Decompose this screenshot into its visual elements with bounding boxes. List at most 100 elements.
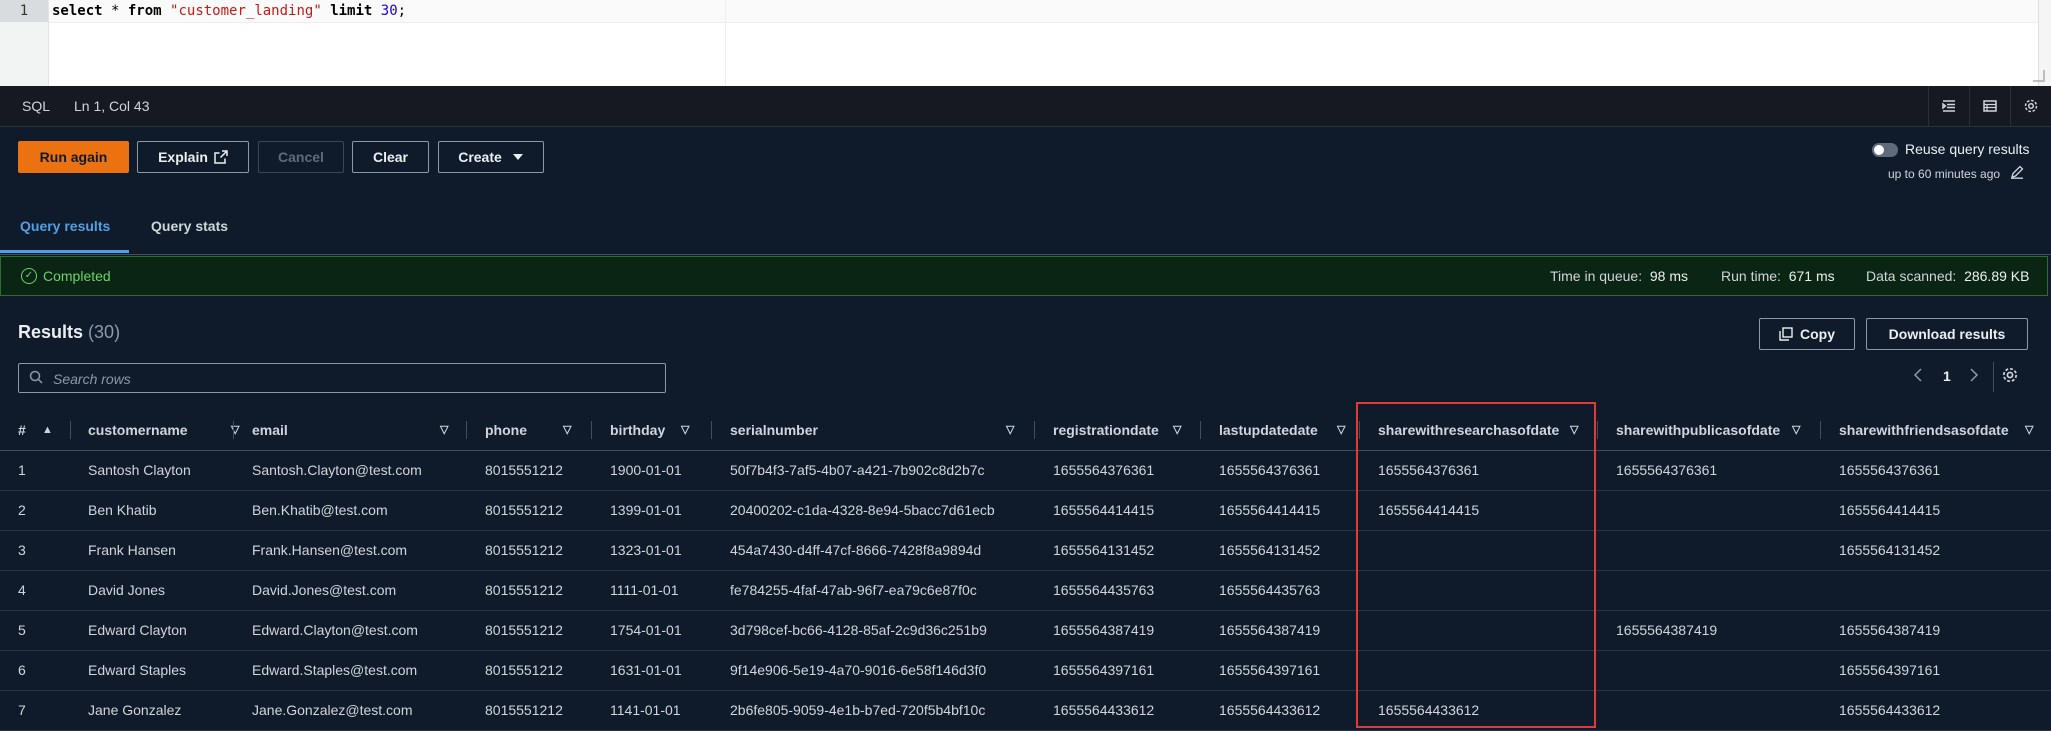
query-toolbar: Run again Explain Cancel Clear Create Re…: [0, 127, 2051, 189]
cell-phone: 8015551212: [485, 542, 563, 558]
code-token: *: [102, 3, 128, 19]
table-row[interactable]: 2 Ben Khatib Ben.Khatib@test.com 8015551…: [0, 490, 2051, 531]
language-label: SQL: [22, 98, 51, 114]
column-header-registrationdate[interactable]: registrationdate ▽: [1053, 410, 1181, 450]
table-row[interactable]: 1 Santosh Clayton Santosh.Clayton@test.c…: [0, 450, 2051, 491]
column-header-sharewithpublicasofdate[interactable]: sharewithpublicasofdate ▽: [1616, 410, 1800, 450]
table-row[interactable]: 3 Frank Hansen Frank.Hansen@test.com 801…: [0, 530, 2051, 571]
column-divider-line: [711, 421, 712, 439]
sort-icon[interactable]: ▽: [1006, 410, 1014, 450]
create-dropdown-button[interactable]: Create: [438, 141, 544, 173]
cell-customername: Jane Gonzalez: [88, 702, 182, 718]
data-scanned-value: 286.89 KB: [1964, 268, 2030, 284]
pager-divider: [1993, 362, 1994, 392]
column-divider-line: [1034, 421, 1035, 439]
cell-index: 2: [18, 502, 26, 518]
clear-button[interactable]: Clear: [352, 141, 429, 173]
cell-lastupdatedate: 1655564435763: [1219, 582, 1321, 598]
cell-customername: Santosh Clayton: [88, 462, 191, 478]
indent-icon[interactable]: [1928, 86, 1969, 126]
sort-icon[interactable]: ▽: [1570, 410, 1578, 450]
keyword-limit: limit: [330, 3, 373, 19]
column-header-index[interactable]: # ▲: [18, 410, 53, 450]
sort-icon[interactable]: ▽: [563, 410, 571, 450]
column-header-serialnumber[interactable]: serialnumber ▽: [730, 410, 1014, 450]
column-header-customername[interactable]: customername ▽: [88, 410, 239, 450]
cell-lastupdatedate: 1655564433612: [1219, 702, 1321, 718]
results-title-label: Results: [18, 322, 84, 342]
sort-icon[interactable]: ▽: [1792, 410, 1800, 450]
current-page[interactable]: 1: [1943, 368, 1951, 384]
explain-button[interactable]: Explain: [137, 141, 249, 173]
cell-registrationdate: 1655564131452: [1053, 542, 1155, 558]
table-row[interactable]: 6 Edward Staples Edward.Staples@test.com…: [0, 650, 2051, 691]
cancel-button[interactable]: Cancel: [258, 141, 344, 173]
cell-registrationdate: 1655564397161: [1053, 662, 1155, 678]
column-header-sharewithfriendsasofdate[interactable]: sharewithfriendsasofdate ▽: [1839, 410, 2033, 450]
cell-registrationdate: 1655564435763: [1053, 582, 1155, 598]
sort-ascending-icon[interactable]: ▲: [42, 410, 53, 450]
settings-icon[interactable]: [2010, 86, 2051, 126]
results-table: # ▲ customername ▽ email ▽ phone ▽ birthday ▽…: [0, 410, 2051, 731]
sql-editor[interactable]: 1 select * from "customer_landing" limit…: [0, 0, 2051, 86]
column-label: sharewithresearchasofdate: [1378, 422, 1560, 438]
cell-customername: Edward Staples: [88, 662, 187, 678]
search-rows-input[interactable]: [51, 368, 655, 390]
status-bar-icons: [1928, 86, 2051, 126]
sort-icon[interactable]: ▽: [1173, 410, 1181, 450]
sort-icon[interactable]: ▽: [440, 410, 448, 450]
cell-sharewithfriendsasofdate: 1655564414415: [1839, 502, 1941, 518]
column-label: serialnumber: [730, 422, 818, 438]
copy-label: Copy: [1800, 326, 1835, 342]
explain-label: Explain: [158, 149, 208, 165]
cell-serialnumber: 2b6fe805-9059-4e1b-b7ed-720f5b4bf10c: [730, 702, 986, 718]
cell-sharewithpublicasofdate: 1655564376361: [1616, 462, 1718, 478]
resize-handle-icon[interactable]: [2033, 70, 2045, 82]
run-time-value: 671 ms: [1788, 268, 1835, 284]
copy-button[interactable]: Copy: [1759, 318, 1855, 350]
column-header-email[interactable]: email ▽: [252, 410, 448, 450]
sort-icon[interactable]: ▽: [681, 410, 689, 450]
column-header-phone[interactable]: phone ▽: [485, 410, 571, 450]
cell-birthday: 1631-01-01: [610, 662, 682, 678]
column-label: #: [18, 422, 26, 438]
table-icon[interactable]: [1969, 86, 2010, 126]
cell-lastupdatedate: 1655564376361: [1219, 462, 1321, 478]
column-header-birthday[interactable]: birthday ▽: [610, 410, 689, 450]
time-in-queue-value: 98 ms: [1649, 268, 1688, 284]
cell-lastupdatedate: 1655564387419: [1219, 622, 1321, 638]
tab-query-results[interactable]: Query results: [20, 218, 110, 234]
reuse-results-toggle[interactable]: [1872, 143, 1898, 157]
sort-icon[interactable]: ▽: [1337, 410, 1345, 450]
cell-registrationdate: 1655564376361: [1053, 462, 1155, 478]
table-row[interactable]: 7 Jane Gonzalez Jane.Gonzalez@test.com 8…: [0, 690, 2051, 731]
cell-sharewithfriendsasofdate: 1655564397161: [1839, 662, 1941, 678]
cell-lastupdatedate: 1655564414415: [1219, 502, 1321, 518]
reuse-results-sublabel: up to 60 minutes ago: [1888, 167, 2001, 181]
cell-serialnumber: 9f14e906-5e19-4a70-9016-6e58f146d3f0: [730, 662, 987, 678]
download-results-button[interactable]: Download results: [1866, 318, 2028, 350]
run-time-label: Run time:: [1721, 268, 1781, 284]
sql-code-line[interactable]: select * from "customer_landing" limit 3…: [52, 0, 406, 22]
tab-query-stats[interactable]: Query stats: [151, 218, 228, 234]
results-title: Results (30): [18, 322, 120, 343]
keyword-from: from: [127, 3, 162, 19]
active-tab-indicator: [0, 250, 129, 253]
table-settings-icon[interactable]: [2001, 366, 2019, 389]
column-header-lastupdatedate[interactable]: lastupdatedate ▽: [1219, 410, 1345, 450]
cell-phone: 8015551212: [485, 582, 563, 598]
next-page-icon[interactable]: [1968, 368, 1980, 387]
prev-page-icon[interactable]: [1912, 368, 1924, 387]
table-row[interactable]: 5 Edward Clayton Edward.Clayton@test.com…: [0, 610, 2051, 651]
cell-sharewithresearchasofdate: 1655564376361: [1378, 462, 1480, 478]
column-header-sharewithresearchasofdate[interactable]: sharewithresearchasofdate ▽: [1378, 410, 1578, 450]
run-again-button[interactable]: Run again: [18, 141, 129, 173]
search-rows-field[interactable]: [18, 363, 666, 393]
cell-index: 4: [18, 582, 26, 598]
edit-pencil-icon[interactable]: [2010, 165, 2024, 182]
table-row[interactable]: 4 David Jones David.Jones@test.com 80155…: [0, 570, 2051, 611]
column-divider-line: [70, 421, 71, 439]
sort-icon[interactable]: ▽: [2025, 410, 2033, 450]
column-divider-line: [466, 421, 467, 439]
cell-registrationdate: 1655564387419: [1053, 622, 1155, 638]
